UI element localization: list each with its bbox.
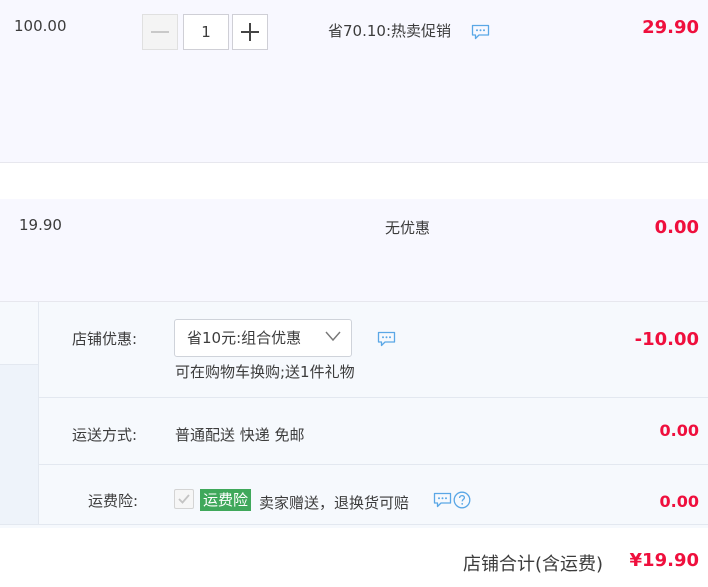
minus-icon	[143, 15, 177, 49]
insurance-label: 运费险:	[88, 492, 139, 510]
shop-discount-note: 可在购物车换购;送1件礼物	[175, 363, 355, 381]
message-icon[interactable]	[433, 492, 452, 508]
chevron-down-icon	[325, 331, 341, 342]
message-icon[interactable]	[377, 331, 396, 347]
quantity-decrease-button[interactable]	[142, 14, 178, 50]
divider	[39, 464, 708, 465]
item-1-unit-price: 100.00	[14, 17, 67, 35]
shop-options-panel	[38, 302, 708, 524]
shop-discount-selected: 省10元:组合优惠	[187, 329, 302, 347]
message-icon[interactable]	[471, 24, 490, 40]
row-gap	[0, 163, 708, 199]
shop-discount-label: 店铺优惠:	[72, 330, 138, 348]
shop-total-value: ¥19.90	[629, 550, 699, 571]
help-icon[interactable]	[453, 491, 471, 509]
insurance-badge: 运费险	[200, 489, 252, 511]
insurance-checkbox[interactable]	[174, 489, 194, 509]
quantity-increase-button[interactable]	[232, 14, 268, 50]
item-1-subtotal: 29.90	[642, 17, 699, 38]
shop-left-strip	[0, 364, 38, 525]
cart-item-row-2	[0, 199, 708, 302]
shop-discount-amount: -10.00	[634, 329, 699, 350]
item-2-unit-price: 19.90	[19, 216, 62, 234]
plus-icon	[233, 15, 267, 49]
item-2-promo: 无优惠	[385, 219, 431, 237]
shipping-amount: 0.00	[659, 421, 699, 440]
check-icon	[178, 494, 190, 504]
shop-total-label: 店铺合计(含运费)	[463, 554, 604, 575]
item-2-subtotal: 0.00	[654, 217, 699, 238]
insurance-amount: 0.00	[659, 492, 699, 511]
shipping-method-label: 运送方式:	[72, 426, 138, 444]
quantity-input[interactable]: 1	[183, 14, 229, 50]
shipping-method-value: 普通配送 快递 免邮	[175, 426, 305, 444]
divider	[39, 397, 708, 398]
shop-discount-select[interactable]: 省10元:组合优惠	[174, 319, 352, 357]
divider	[0, 524, 708, 525]
item-1-promo: 省70.10:热卖促销	[328, 22, 451, 40]
insurance-description: 卖家赠送，退换货可赔	[259, 494, 410, 512]
